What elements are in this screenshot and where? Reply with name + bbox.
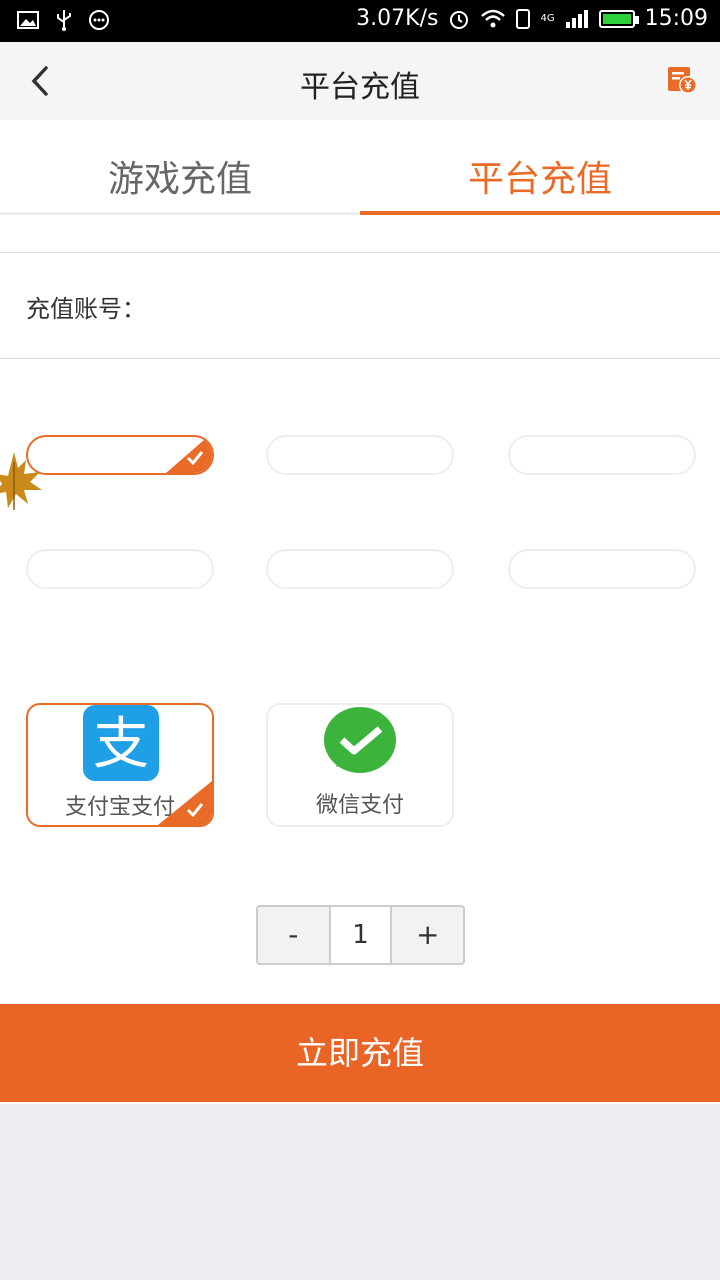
check-icon	[186, 451, 204, 466]
signal-icon	[565, 9, 588, 28]
tab-game-recharge[interactable]: 游戏充值	[0, 120, 360, 216]
page-title: 平台充值	[300, 70, 420, 105]
account-label: 充值账号：	[26, 295, 146, 323]
account-row: 充值账号：	[0, 253, 720, 359]
battery-fill	[602, 13, 631, 24]
quantity-stepper: - 1 +	[256, 905, 465, 965]
payment-label: 微信支付	[315, 793, 404, 818]
payment-option-wechat[interactable]: 微信支付	[266, 703, 454, 827]
svg-text:支: 支	[93, 712, 149, 777]
tab-platform-recharge[interactable]: 平台充值	[360, 120, 720, 216]
network-type: 4G	[540, 12, 555, 24]
app-bar: 平台充值	[0, 42, 720, 120]
status-bar: 3.07K/s 4G 15:09	[0, 0, 720, 42]
main-content: 游戏充值 平台充值 充值账号： 支 支付宝支付 微信支付 - 1 +	[0, 120, 720, 1104]
recharge-now-button[interactable]: 立即充值	[0, 1004, 720, 1102]
amount-option[interactable]	[508, 549, 696, 589]
recharge-record-icon[interactable]	[666, 64, 698, 96]
account-input[interactable]	[140, 279, 690, 331]
amount-option[interactable]	[26, 435, 214, 475]
net-speed: 3.07K/s	[356, 6, 439, 31]
wifi-icon	[481, 9, 506, 27]
payment-option-alipay[interactable]: 支 支付宝支付	[26, 703, 214, 827]
amount-option[interactable]	[266, 435, 454, 475]
image-icon	[17, 11, 39, 29]
decrement-button[interactable]: -	[258, 907, 329, 963]
amount-option[interactable]	[266, 549, 454, 589]
quantity-value[interactable]: 1	[328, 907, 393, 963]
sim-icon	[516, 8, 531, 29]
more-icon	[89, 10, 109, 30]
maple-leaf-decoration	[0, 452, 42, 510]
alarm-icon	[450, 10, 469, 29]
tab-bar: 游戏充值 平台充值	[0, 120, 720, 216]
alipay-icon: 支	[83, 705, 159, 781]
wechat-pay-icon	[324, 707, 396, 773]
tab-divider	[0, 212, 360, 215]
clock: 15:09	[644, 6, 708, 31]
amount-option[interactable]	[26, 549, 214, 589]
check-icon	[186, 803, 204, 818]
amount-option[interactable]	[508, 435, 696, 475]
increment-button[interactable]: +	[392, 907, 463, 963]
battery-icon	[598, 9, 639, 28]
divider	[0, 358, 720, 359]
tab-active-indicator	[360, 211, 720, 215]
usb-icon	[57, 10, 71, 31]
